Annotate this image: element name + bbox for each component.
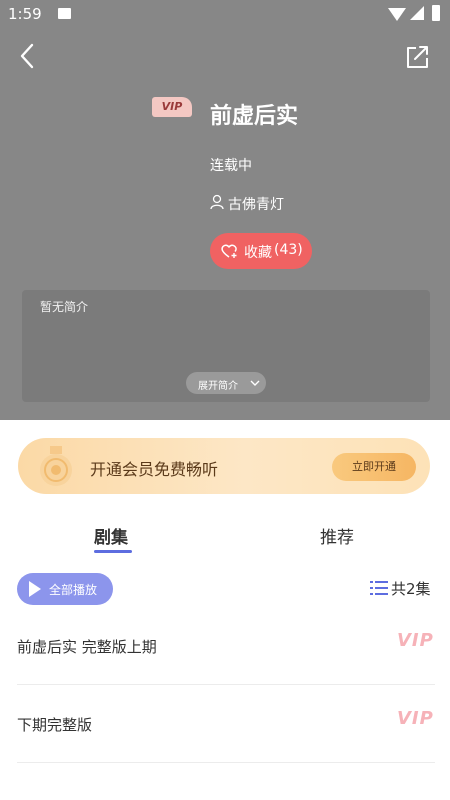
expand-intro-button[interactable]: 展开简介	[186, 372, 266, 394]
play-icon	[29, 581, 41, 597]
battery-icon	[432, 5, 440, 21]
vip-membership-banner[interactable]: 开通会员免费畅听 立即开通	[18, 438, 430, 494]
list-icon	[370, 581, 388, 595]
activate-button[interactable]: 立即开通	[332, 453, 416, 481]
status-bar: 1:59	[0, 0, 450, 30]
banner-text: 开通会员免费畅听	[90, 460, 219, 479]
author-name[interactable]: 古佛青灯	[228, 194, 284, 214]
episode-title: 下期完整版	[17, 716, 93, 734]
share-icon	[407, 46, 428, 68]
heart-plus-icon	[221, 244, 237, 258]
image-notification-icon	[58, 8, 71, 19]
header-area: 1:59 VIP 前虚后实 连载中 古佛青灯 收藏 (43) 暂无简介 展开简介	[0, 0, 450, 420]
episode-count: 共2集	[391, 580, 431, 598]
active-tab-indicator	[94, 550, 132, 553]
vip-icon: VIP	[397, 630, 434, 651]
book-title: 前虚后实	[210, 104, 299, 129]
wifi-icon	[388, 8, 406, 21]
episode-row[interactable]: 前虚后实 完整版上期 VIP	[17, 606, 435, 685]
favorite-label: 收藏	[244, 245, 272, 261]
signal-icon	[410, 6, 424, 20]
favorite-count: (43)	[274, 242, 303, 258]
expand-intro-label: 展开简介	[198, 381, 238, 392]
share-button[interactable]	[402, 42, 432, 72]
favorite-button[interactable]: 收藏 (43)	[210, 233, 312, 269]
play-all-button[interactable]: 全部播放	[17, 573, 113, 605]
intro-box: 暂无简介 展开简介	[22, 290, 430, 402]
episode-row[interactable]: 下期完整版 VIP	[17, 684, 435, 763]
vip-badge: VIP	[152, 97, 192, 117]
back-button[interactable]	[14, 42, 42, 70]
tab-episodes[interactable]: 剧集	[94, 523, 128, 548]
vip-icon: VIP	[397, 708, 434, 729]
play-all-label: 全部播放	[49, 583, 98, 597]
tab-recommend[interactable]: 推荐	[320, 523, 354, 548]
status-time: 1:59	[8, 5, 42, 23]
chevron-left-icon	[20, 43, 34, 69]
person-icon	[210, 194, 224, 210]
medal-icon	[40, 446, 72, 486]
chevron-down-icon	[250, 380, 260, 386]
episode-title: 前虚后实 完整版上期	[17, 638, 157, 656]
serial-status: 连载中	[210, 158, 252, 174]
intro-text: 暂无简介	[40, 300, 89, 314]
